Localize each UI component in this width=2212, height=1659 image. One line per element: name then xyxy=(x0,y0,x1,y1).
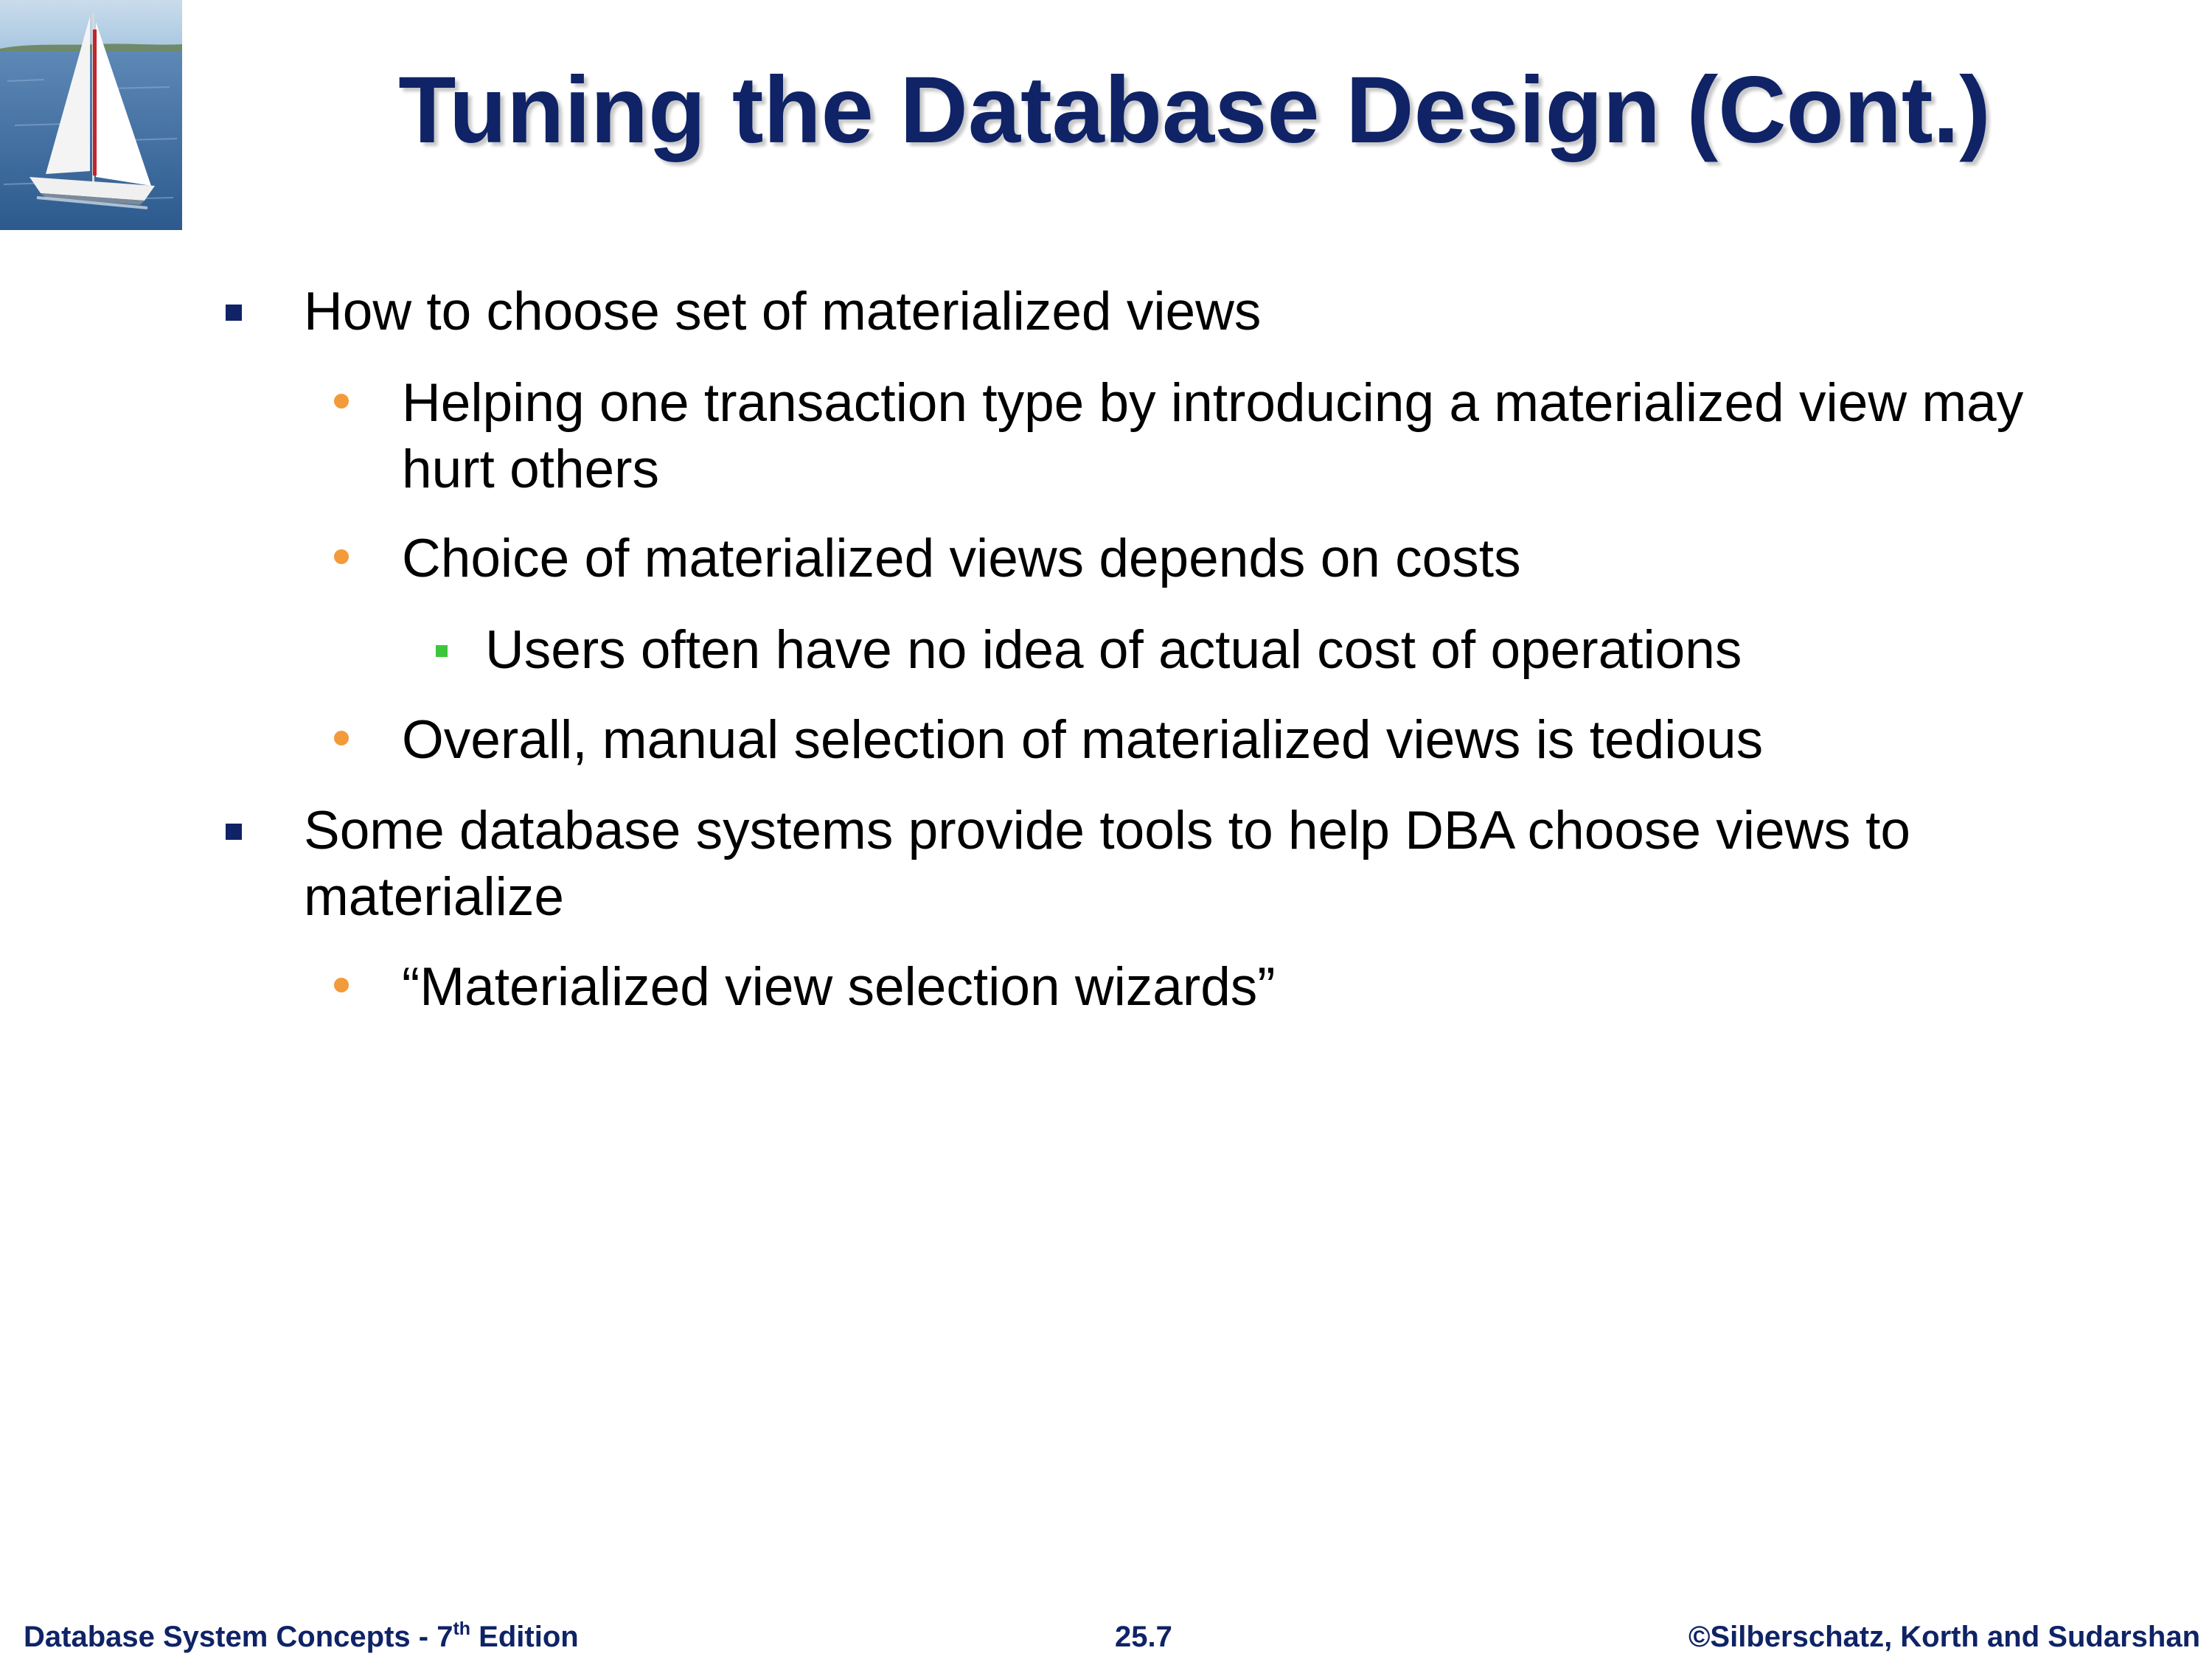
square-bullet-icon xyxy=(226,824,242,840)
bullet-item: Users often have no idea of actual cost … xyxy=(436,617,2034,684)
bullet-text: Some database systems provide tools to h… xyxy=(304,801,1910,927)
bullet-item: Some database systems provide tools to h… xyxy=(226,798,2000,931)
slide-title: Tuning the Database Design (Cont.) xyxy=(398,58,1991,163)
footer-page-number: 25.7 xyxy=(1115,1621,1172,1653)
sailboat-icon xyxy=(0,0,182,230)
bullet-text: Users often have no idea of actual cost … xyxy=(485,620,1742,680)
round-bullet-icon xyxy=(334,394,349,408)
round-bullet-icon xyxy=(334,978,349,992)
bullet-item: Helping one transaction type by introduc… xyxy=(334,370,2024,503)
bullet-text: “Materialized view selection wizards” xyxy=(402,957,1276,1017)
bullet-item: “Materialized view selection wizards” xyxy=(334,954,2024,1020)
footer-book-suffix: Edition xyxy=(470,1621,579,1653)
bullet-text: Choice of materialized views depends on … xyxy=(402,529,1521,588)
bullet-item: Choice of materialized views depends on … xyxy=(334,526,2024,592)
round-bullet-icon xyxy=(334,731,349,745)
footer-book-title: Database System Concepts - 7th Edition xyxy=(24,1615,579,1659)
bullet-text: How to choose set of materialized views xyxy=(304,282,1262,341)
footer-copyright: ©Silberschatz, Korth and Sudarshan xyxy=(1688,1621,2200,1653)
slide: Tuning the Database Design (Cont.) How t… xyxy=(0,0,2212,1659)
round-bullet-icon xyxy=(334,549,349,564)
square-bullet-icon xyxy=(226,305,242,321)
bullet-text: Overall, manual selection of materialize… xyxy=(402,710,1764,770)
green-square-bullet-icon xyxy=(436,645,448,657)
bullet-item: How to choose set of materialized views xyxy=(226,279,2000,345)
footer-book-prefix: Database System Concepts - 7 xyxy=(24,1621,453,1653)
bullet-item: Overall, manual selection of materialize… xyxy=(334,707,2024,773)
footer-book-sup: th xyxy=(453,1618,471,1639)
bullet-text: Helping one transaction type by introduc… xyxy=(402,373,2024,499)
slide-footer: Database System Concepts - 7th Edition 2… xyxy=(0,1615,2212,1659)
